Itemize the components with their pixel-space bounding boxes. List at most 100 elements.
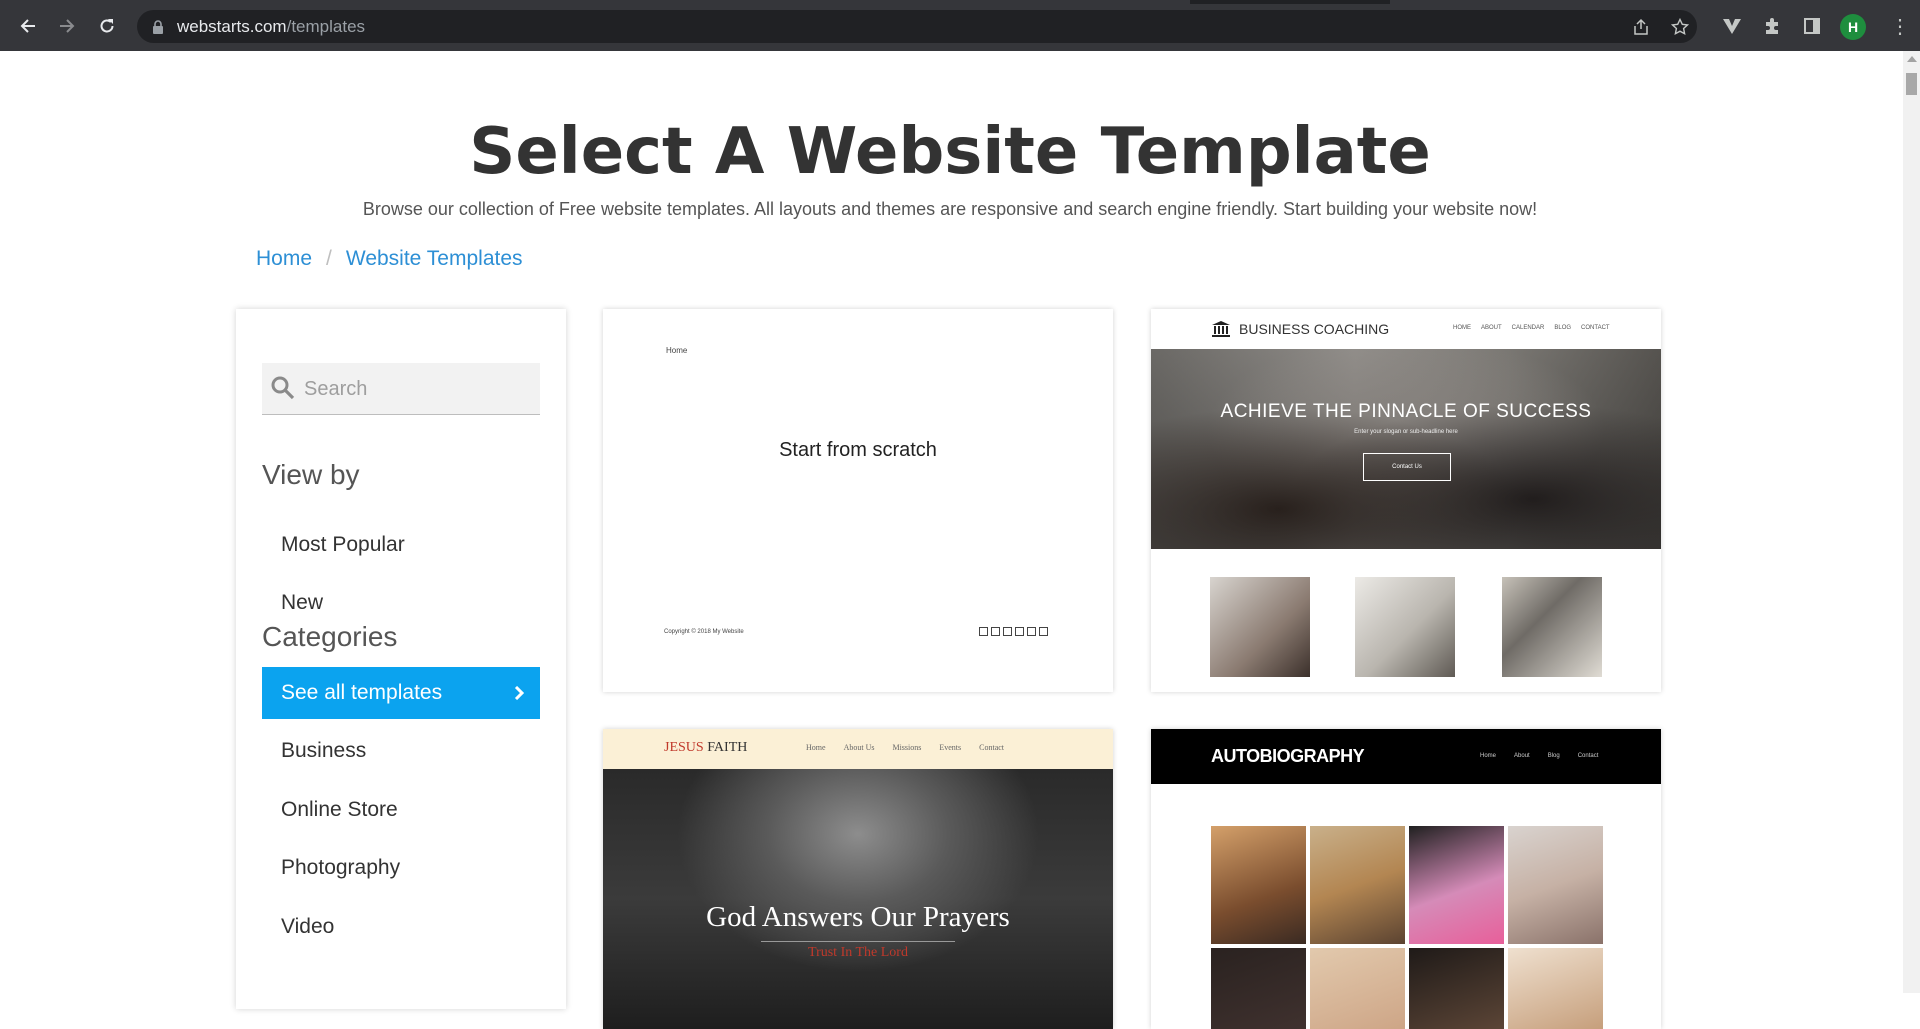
coaching-hero-button: Contact Us bbox=[1363, 453, 1451, 481]
bookmark-star-icon[interactable] bbox=[1669, 18, 1691, 36]
social-icon bbox=[1027, 627, 1036, 636]
coaching-hero-subtitle: Enter your slogan or sub-headline here bbox=[1354, 429, 1458, 435]
reload-icon bbox=[100, 19, 114, 33]
chevron-right-icon bbox=[514, 686, 524, 700]
autobiography-photo-grid bbox=[1211, 826, 1603, 1029]
faith-hero-subtitle: Trust In The Lord bbox=[808, 945, 908, 960]
coaching-nav-item: ABOUT bbox=[1481, 325, 1502, 331]
breadcrumb-home-link[interactable]: Home bbox=[256, 247, 312, 271]
coaching-nav-item: CALENDAR bbox=[1511, 325, 1545, 331]
url-domain: webstarts.com bbox=[177, 17, 287, 36]
view-by-most-popular[interactable]: Most Popular bbox=[262, 519, 540, 571]
vivaldi-extension-icon[interactable] bbox=[1720, 14, 1744, 38]
category-see-all-templates[interactable]: See all templates bbox=[262, 667, 540, 719]
faith-nav-item: Events bbox=[939, 743, 962, 752]
browser-menu-icon[interactable]: ⋮ bbox=[1890, 14, 1910, 38]
template-card-autobiography[interactable]: AUTOBIOGRAPHY Home About Blog Contact bbox=[1151, 729, 1661, 1029]
coaching-nav-item: CONTACT bbox=[1581, 325, 1610, 331]
coaching-logo-text: BUSINESS COACHING bbox=[1239, 321, 1390, 337]
scratch-copyright: Copyright © 2018 My Website bbox=[664, 629, 744, 635]
gallery-photo bbox=[1310, 948, 1405, 1029]
faith-nav-item: About Us bbox=[843, 743, 875, 752]
faith-hero-title: God Answers Our Prayers bbox=[706, 901, 1010, 933]
faith-divider bbox=[761, 941, 955, 942]
bank-building-icon bbox=[1212, 321, 1230, 337]
profile-avatar[interactable]: H bbox=[1840, 14, 1866, 40]
back-button[interactable] bbox=[14, 12, 42, 40]
faith-header: JESUS FAITH Home About Us Missions Event… bbox=[603, 729, 1113, 769]
scratch-nav-home: Home bbox=[666, 346, 688, 355]
coaching-hero-title: ACHIEVE THE PINNACLE OF SUCCESS bbox=[1220, 401, 1592, 422]
coaching-thumbnail bbox=[1355, 577, 1455, 677]
view-by-heading: View by bbox=[262, 459, 360, 490]
gallery-photo bbox=[1310, 826, 1405, 944]
categories-heading: Categories bbox=[262, 621, 398, 652]
breadcrumb-separator: / bbox=[326, 247, 332, 270]
autobiography-nav-item: Contact bbox=[1577, 753, 1599, 759]
coaching-header: BUSINESS COACHING HOME ABOUT CALENDAR BL… bbox=[1151, 309, 1661, 349]
faith-logo-rest: FAITH bbox=[703, 740, 748, 755]
gallery-photo bbox=[1409, 948, 1504, 1029]
faith-nav-item: Contact bbox=[979, 743, 1005, 752]
faith-nav: Home About Us Missions Events Contact bbox=[806, 743, 1004, 752]
tab-strip-edge bbox=[0, 0, 1920, 4]
faith-nav-item: Home bbox=[806, 743, 826, 752]
search-icon bbox=[271, 376, 295, 400]
breadcrumb-current-link[interactable]: Website Templates bbox=[346, 247, 523, 271]
gallery-photo bbox=[1508, 826, 1603, 944]
search-box[interactable] bbox=[262, 363, 540, 415]
faith-nav-item: Missions bbox=[892, 743, 922, 752]
coaching-thumbnail bbox=[1210, 577, 1310, 677]
gallery-photo bbox=[1211, 826, 1306, 944]
category-label: See all templates bbox=[281, 681, 443, 704]
scratch-social-icons bbox=[979, 627, 1048, 636]
back-arrow-icon bbox=[20, 19, 35, 33]
forward-button[interactable] bbox=[53, 12, 81, 40]
side-panel-icon[interactable] bbox=[1800, 14, 1824, 38]
coaching-logo: BUSINESS COACHING bbox=[1211, 320, 1389, 338]
gallery-photo bbox=[1409, 826, 1504, 944]
scratch-title: Start from scratch bbox=[779, 439, 937, 461]
social-icon bbox=[979, 627, 988, 636]
filter-sidebar: View by Most Popular New Categories See … bbox=[236, 309, 566, 1009]
gallery-photo bbox=[1211, 948, 1306, 1029]
autobiography-nav: Home About Blog Contact bbox=[1480, 753, 1598, 759]
url-path: /templates bbox=[286, 17, 366, 36]
template-card-jesus-faith[interactable]: JESUS FAITH Home About Us Missions Event… bbox=[603, 729, 1113, 1029]
autobiography-nav-item: Home bbox=[1480, 753, 1497, 759]
autobiography-header: AUTOBIOGRAPHY Home About Blog Contact bbox=[1151, 729, 1661, 784]
faith-hero-image: God Answers Our Prayers Trust In The Lor… bbox=[603, 769, 1113, 1029]
template-card-scratch[interactable]: Home Start from scratch Copyright © 2018… bbox=[603, 309, 1113, 692]
share-icon[interactable] bbox=[1630, 18, 1652, 36]
faith-logo: JESUS FAITH bbox=[664, 740, 747, 756]
social-icon bbox=[991, 627, 1000, 636]
autobiography-nav-item: About bbox=[1514, 753, 1530, 759]
social-icon bbox=[1003, 627, 1012, 636]
extensions-puzzle-icon[interactable] bbox=[1760, 14, 1784, 38]
autobiography-nav-item: Blog bbox=[1547, 753, 1560, 759]
coaching-hero-image: ACHIEVE THE PINNACLE OF SUCCESS Enter yo… bbox=[1151, 349, 1661, 549]
breadcrumb: Home / Website Templates bbox=[256, 247, 523, 271]
gallery-photo bbox=[1508, 948, 1603, 1029]
template-card-business-coaching[interactable]: BUSINESS COACHING HOME ABOUT CALENDAR BL… bbox=[1151, 309, 1661, 692]
autobiography-logo: AUTOBIOGRAPHY bbox=[1211, 746, 1365, 766]
page-title: Select A Website Template bbox=[469, 115, 1431, 189]
url-text: webstarts.com/templates bbox=[177, 17, 365, 37]
scrollbar-thumb[interactable] bbox=[1906, 73, 1917, 95]
search-input[interactable] bbox=[304, 373, 524, 405]
scroll-up-arrow-icon[interactable] bbox=[1907, 56, 1917, 62]
forward-arrow-icon bbox=[60, 19, 75, 33]
coaching-nav-item: HOME bbox=[1453, 325, 1471, 331]
category-business[interactable]: Business bbox=[262, 725, 540, 777]
social-icon bbox=[1039, 627, 1048, 636]
page-scrollbar[interactable] bbox=[1903, 51, 1920, 993]
coaching-thumbnail bbox=[1502, 577, 1602, 677]
category-photography[interactable]: Photography bbox=[262, 842, 540, 894]
category-online-store[interactable]: Online Store bbox=[262, 784, 540, 836]
reload-button[interactable] bbox=[93, 12, 121, 40]
category-video[interactable]: Video bbox=[262, 901, 540, 953]
social-icon bbox=[1015, 627, 1024, 636]
address-bar[interactable]: webstarts.com/templates bbox=[137, 10, 1697, 43]
lock-icon bbox=[153, 20, 163, 34]
page-content: Select A Website Template Browse our col… bbox=[0, 51, 1920, 1029]
